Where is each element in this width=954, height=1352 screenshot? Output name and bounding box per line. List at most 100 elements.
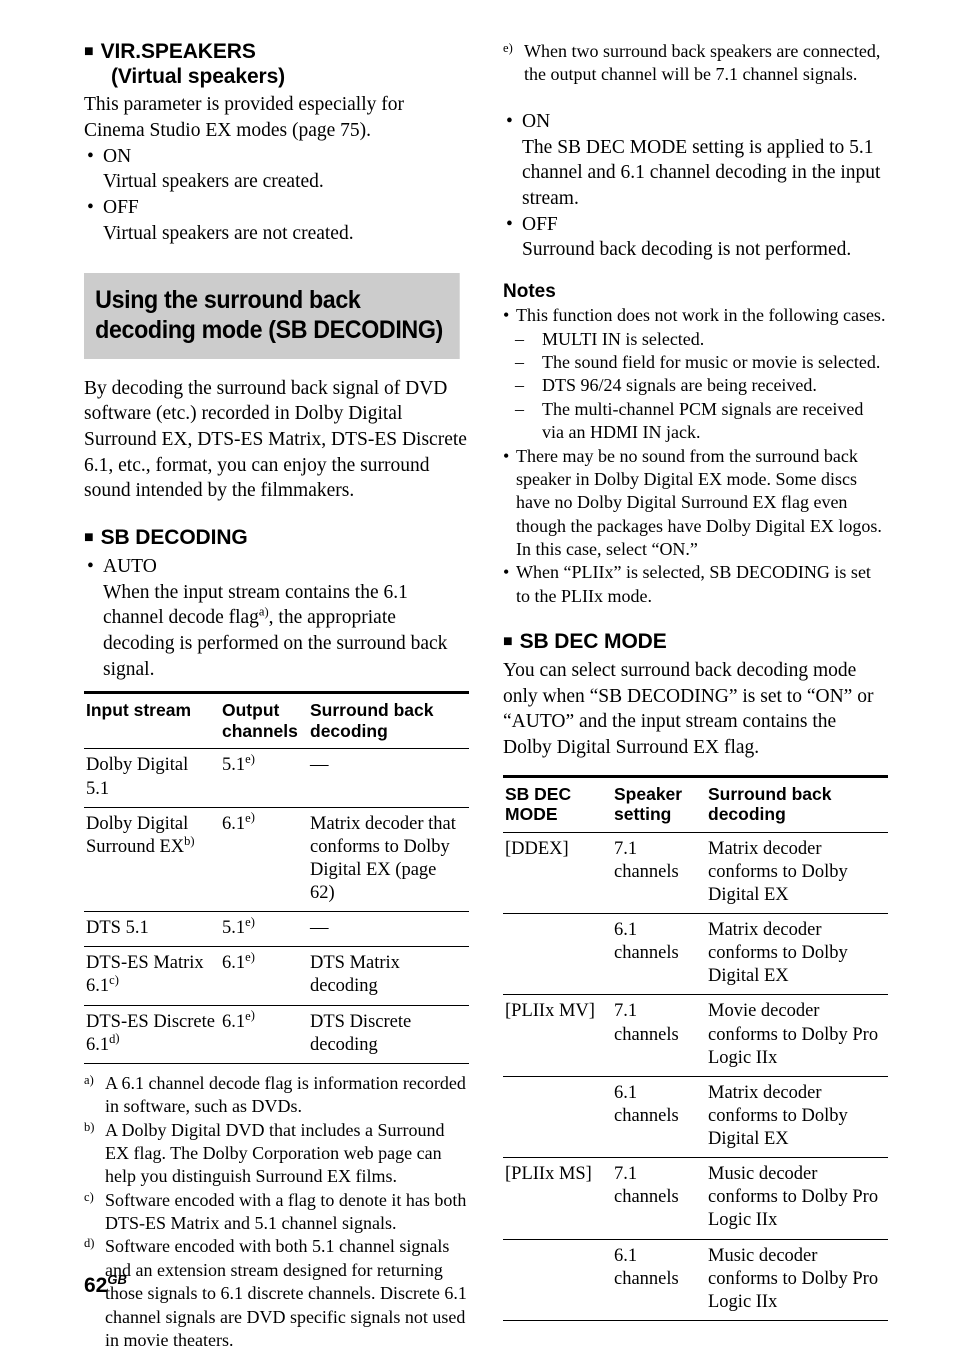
- cell-decoding: Matrix decoder that conforms to Dolby Di…: [310, 813, 456, 903]
- footnote-text: A 6.1 channel decode flag is information…: [105, 1072, 466, 1117]
- list-item: OFF Surround back decoding is not perfor…: [503, 212, 888, 263]
- footnote-text: Software encoded with a flag to denote i…: [105, 1189, 467, 1234]
- vir-speakers-intro: This parameter is provided especially fo…: [84, 94, 405, 141]
- cell-mode: [DDEX]: [505, 838, 569, 859]
- cell-decoding: —: [310, 918, 329, 939]
- page-number-region: GB: [107, 1272, 127, 1287]
- list-item: There may be no sound from the surround …: [503, 445, 888, 562]
- column-header-input-stream: Input stream: [86, 700, 192, 721]
- footnote-item: b A Dolby Digital DVD that includes a Su…: [84, 1119, 469, 1189]
- column-header-surround-back-decoding: Surround back decoding: [310, 700, 434, 741]
- cell-speaker-setting: 6.1 channels: [612, 1239, 706, 1321]
- cell-decoding: —: [310, 755, 329, 776]
- footnote-text: A Dolby Digital DVD that includes a Surr…: [105, 1119, 445, 1187]
- cell-speaker-setting: 7.1 channels: [612, 1157, 706, 1240]
- cell-text: DTS-ES Discrete 6.1: [86, 1011, 215, 1055]
- list-item: ON Virtual speakers are created.: [84, 144, 469, 195]
- sb-dec-mode-heading: ■ SB DEC MODE: [503, 630, 888, 655]
- notes-sublist: MULTI IN is selected. The sound field fo…: [503, 328, 888, 445]
- footnote-list: a A 6.1 channel decode flag is informati…: [84, 1072, 469, 1352]
- sb-decoding-onoff-list: ON The SB DEC MODE setting is applied to…: [503, 109, 888, 263]
- cell-input-stream: Dolby Digital 5.1: [84, 749, 220, 807]
- table-row: [DDEX] 7.1 channels Matrix decoder confo…: [503, 832, 888, 915]
- cell-text: 6.1: [222, 953, 246, 974]
- footnote-marker: e: [503, 40, 513, 56]
- cell-input-stream: DTS-ES Discrete 6.1d: [84, 1005, 220, 1063]
- table-body: [DDEX] 7.1 channels Matrix decoder confo…: [503, 832, 888, 1321]
- footnote-marker-e: e: [245, 810, 255, 824]
- option-label: ON: [522, 110, 551, 132]
- footnote-item-e: e When two surround back speakers are co…: [503, 40, 888, 87]
- table-header-row: Input stream Output channels Surround ba…: [84, 692, 469, 749]
- footnote-marker: d: [84, 1235, 94, 1251]
- table-row: [PLIIx MV] 7.1 channels Movie decoder co…: [503, 994, 888, 1077]
- square-bullet-icon: ■: [84, 529, 94, 547]
- cell-decoding: Matrix decoder conforms to Dolby Digital…: [706, 913, 888, 996]
- footnote-marker-d: d: [109, 1031, 119, 1045]
- cell-speaker-setting: 6.1 channels: [612, 1076, 706, 1159]
- cell-mode: [503, 1076, 612, 1159]
- cell-speaker-setting: 7.1 channels: [612, 994, 706, 1077]
- table-row: DTS 5.1 5.1e —: [84, 912, 469, 947]
- cell-text: Dolby Digital 5.1: [86, 755, 189, 799]
- footnote-marker: b: [84, 1119, 94, 1135]
- table-body: Dolby Digital 5.1 5.1e — Dolby Digital S…: [84, 749, 469, 1064]
- notes-list: This function does not work in the follo…: [503, 304, 888, 328]
- vir-speakers-heading-line1: VIR.SPEAKERS: [100, 40, 256, 63]
- cell-decoding: DTS Discrete decoding: [310, 1011, 412, 1055]
- cell-speaker-setting: 6.1 channels: [612, 913, 706, 996]
- notes-heading: Notes: [503, 281, 556, 303]
- table-header-row: SB DEC MODE Speaker setting Surround bac…: [503, 776, 888, 833]
- sb-decoding-option-list: AUTO When the input stream contains the …: [84, 554, 469, 683]
- sb-decoding-heading: ■ SB DECODING: [84, 526, 469, 551]
- option-description: The SB DEC MODE setting is applied to 5.…: [522, 136, 881, 209]
- footnote-marker-e: e: [245, 915, 255, 929]
- table-row: Dolby Digital Surround EXb 6.1e Matrix d…: [84, 807, 469, 912]
- vir-speakers-heading: ■ VIR.SPEAKERS (Virtual speakers): [84, 40, 469, 89]
- footnote-marker-e: e: [245, 950, 255, 964]
- sb-dec-mode-table: SB DEC MODE Speaker setting Surround bac…: [503, 775, 888, 1321]
- cell-text: 5.1: [222, 755, 246, 776]
- footnote-marker-c: c: [109, 973, 119, 987]
- table-row: 6.1 channels Music decoder conforms to D…: [503, 1239, 888, 1321]
- table-row: 6.1 channels Matrix decoder conforms to …: [503, 1076, 888, 1159]
- sb-dec-mode-intro: You can select surround back decoding mo…: [503, 659, 874, 759]
- cell-decoding: Music decoder conforms to Dolby Pro Logi…: [706, 1157, 888, 1240]
- square-bullet-icon: ■: [84, 43, 94, 60]
- notes-list-continued: There may be no sound from the surround …: [503, 445, 888, 609]
- square-bullet-icon: ■: [503, 633, 513, 651]
- sb-decoding-heading-text: SB DECODING: [100, 526, 248, 550]
- table-head: Input stream Output channels Surround ba…: [84, 692, 469, 749]
- option-description: Virtual speakers are created.: [103, 171, 324, 193]
- right-column: e When two surround back speakers are co…: [503, 40, 888, 1321]
- cell-decoding: Music decoder conforms to Dolby Pro Logi…: [706, 1239, 888, 1321]
- option-label: AUTO: [103, 555, 157, 577]
- footnote-marker-a: a: [259, 605, 269, 619]
- footnote-text: Software encoded with both 5.1 channel s…: [105, 1236, 467, 1351]
- input-stream-table-wrap: Input stream Output channels Surround ba…: [84, 691, 469, 1064]
- cell-text: Dolby Digital Surround EX: [86, 813, 189, 857]
- cell-output-channels: 5.1e: [220, 912, 308, 947]
- cell-decoding: Movie decoder conforms to Dolby Pro Logi…: [706, 994, 888, 1077]
- cell-mode: [PLIIx MV]: [505, 1001, 595, 1022]
- sb-decoding-intro: By decoding the surround back signal of …: [84, 377, 467, 502]
- cell-mode: [503, 913, 612, 996]
- sb-dec-mode-table-wrap: SB DEC MODE Speaker setting Surround bac…: [503, 775, 888, 1321]
- table-head: SB DEC MODE Speaker setting Surround bac…: [503, 776, 888, 833]
- column-header-surround-back-decoding: Surround back decoding: [708, 783, 832, 825]
- cell-mode: [PLIIx MS]: [505, 1164, 592, 1185]
- table-row: [PLIIx MS] 7.1 channels Music decoder co…: [503, 1157, 888, 1240]
- list-item: The sound field for music or movie is se…: [515, 351, 888, 375]
- list-item: ON The SB DEC MODE setting is applied to…: [503, 109, 888, 212]
- table-row: DTS-ES Matrix 6.1c 6.1e DTS Matrix decod…: [84, 947, 469, 1005]
- cell-mode: [503, 1239, 612, 1321]
- option-label: OFF: [522, 213, 558, 235]
- list-item: DTS 96/24 signals are being received.: [515, 374, 888, 398]
- left-column: ■ VIR.SPEAKERS (Virtual speakers) This pa…: [84, 40, 469, 1352]
- cell-text: 5.1: [222, 918, 246, 939]
- section-banner-wrap: Using the surround back decoding mode (S…: [84, 272, 469, 359]
- option-description: Surround back decoding is not performed.: [522, 239, 852, 261]
- table-row: DTS-ES Discrete 6.1d 6.1e DTS Discrete d…: [84, 1005, 469, 1064]
- cell-input-stream: DTS 5.1: [84, 912, 220, 947]
- option-description: When the input stream contains the 6.1 c…: [103, 580, 469, 683]
